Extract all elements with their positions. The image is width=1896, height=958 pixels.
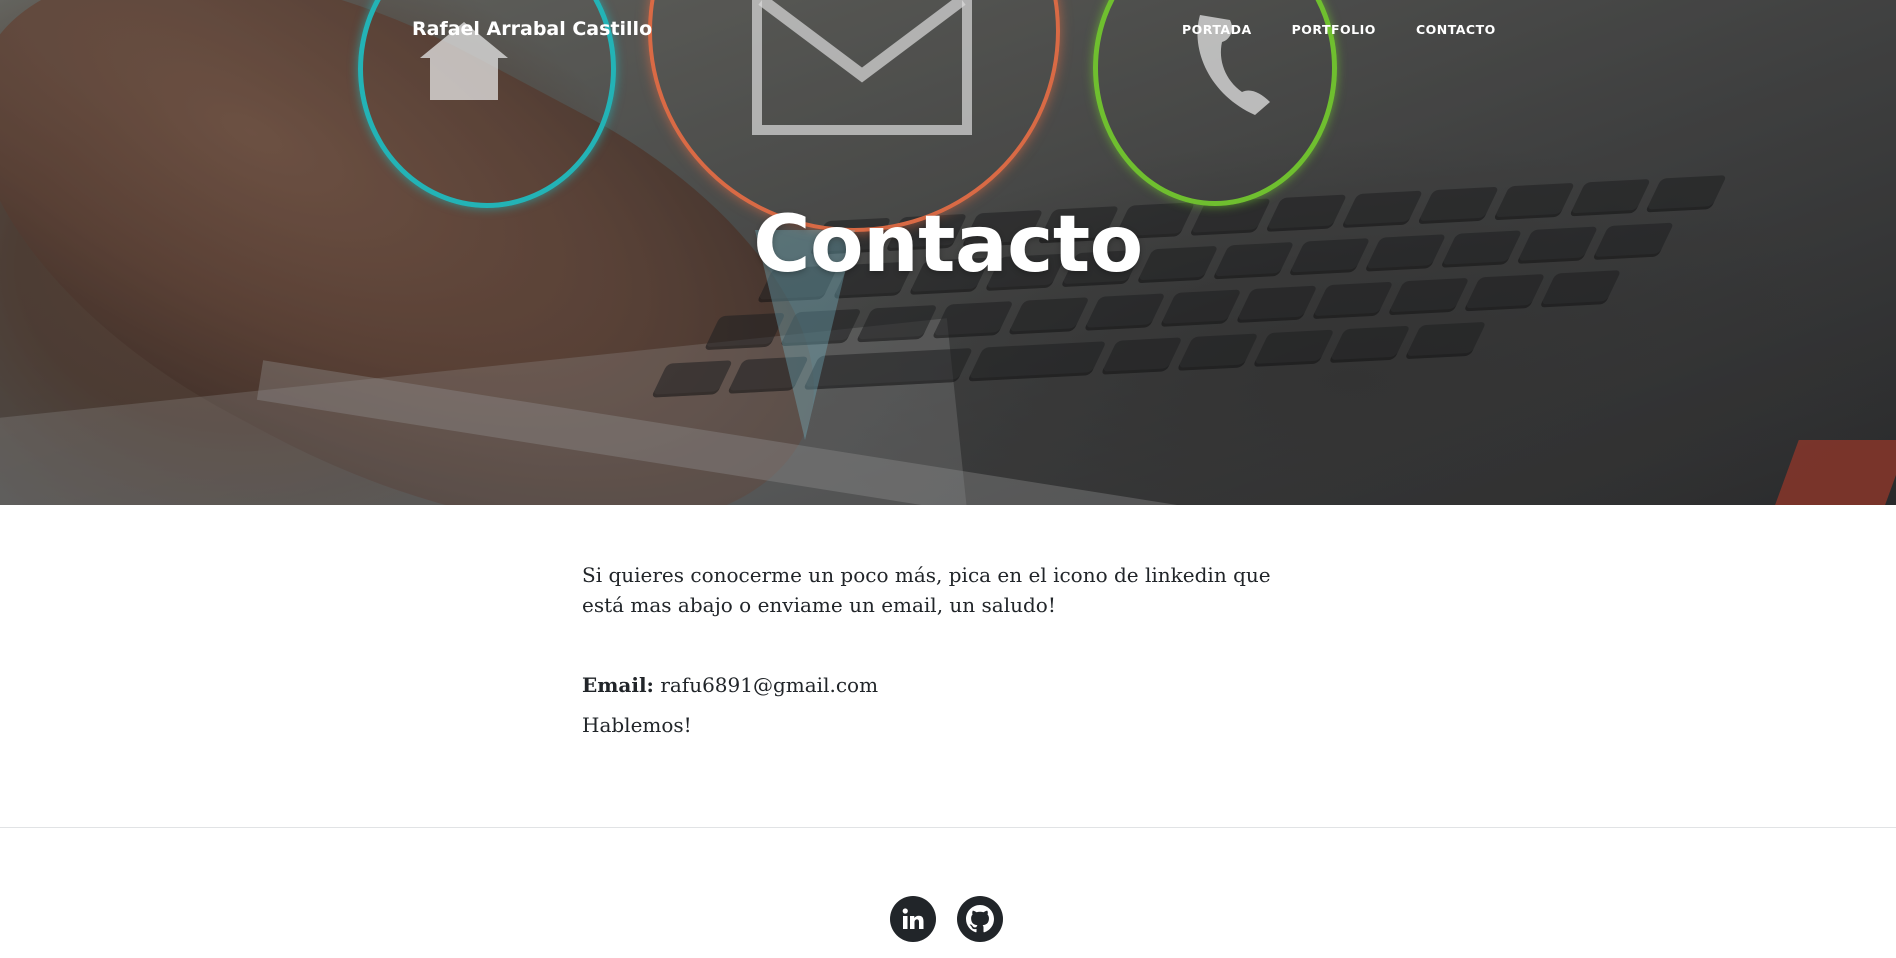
email-value: rafu6891@gmail.com [660,673,879,697]
footer-divider [0,827,1896,828]
email-label: Email: [582,673,654,697]
site-brand[interactable]: Rafael Arrabal Castillo [412,18,652,40]
closing-text: Hablemos! [582,713,692,737]
email-line: Email: rafu6891@gmail.com [582,670,1312,700]
github-icon [966,905,994,933]
nav-link-portfolio[interactable]: PORTFOLIO [1292,22,1376,37]
linkedin-button[interactable] [890,896,936,942]
intro-text: Si quieres conocerme un poco más, pica e… [582,563,1271,617]
page-title: Contacto [753,200,1143,290]
nav-link-portada[interactable]: PORTADA [1182,22,1252,37]
nav-link-contacto[interactable]: CONTACTO [1416,22,1496,37]
main-nav: PORTADA PORTFOLIO CONTACTO [1182,22,1496,37]
main-content: Si quieres conocerme un poco más, pica e… [582,560,1312,740]
mail-icon [752,0,972,135]
github-button[interactable] [957,896,1003,942]
hero-section: Rafael Arrabal Castillo PORTADA PORTFOLI… [0,0,1896,505]
linkedin-icon [902,908,924,929]
